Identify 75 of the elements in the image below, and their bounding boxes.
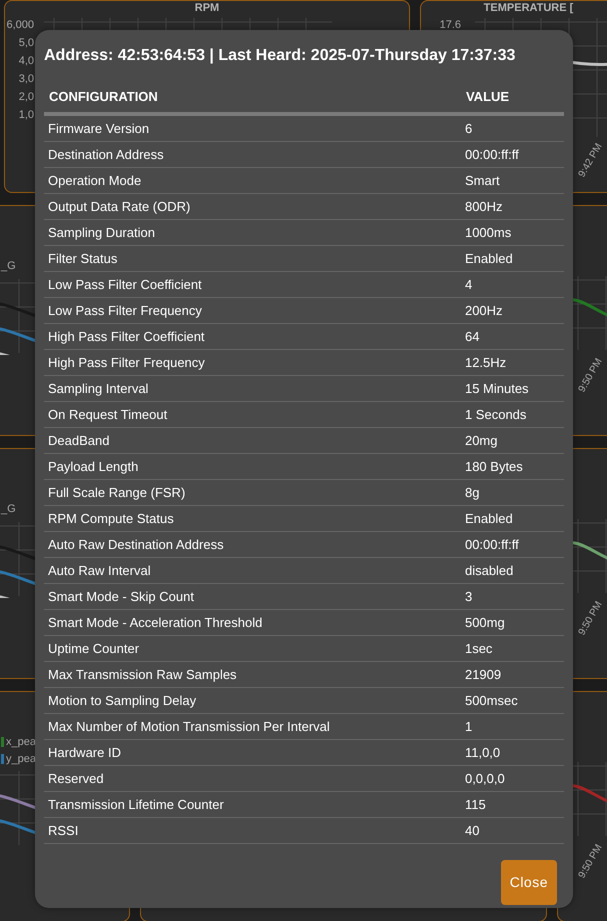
table-cell: Smart: [460, 167, 564, 193]
table-cell: 0,0,0,0: [460, 765, 564, 791]
table-cell: 00:00:ff:ff: [460, 141, 564, 167]
table-cell: 200Hz: [460, 297, 564, 323]
table-cell: RSSI: [44, 817, 461, 843]
legend-label: _G: [1, 502, 16, 517]
table-cell: 15 Minutes: [460, 375, 564, 401]
table-cell: Low Pass Filter Coefficient: [44, 271, 461, 297]
table-cell: 500mg: [460, 609, 564, 635]
table-cell: 20mg: [460, 427, 564, 453]
axis-label: 17.6: [438, 20, 461, 31]
table-cell: 8g: [460, 479, 564, 505]
column-header: CONFIGURATION: [44, 82, 461, 114]
table-cell: 21909: [460, 661, 564, 687]
legend-swatch: [1, 737, 4, 748]
table-cell: Smart Mode - Skip Count: [44, 583, 461, 609]
table-cell: 1: [460, 713, 564, 739]
dialog-title: Address: 42:53:64:53 | Last Heard: 2025-07-Thursday 17:37:33: [44, 46, 516, 66]
table-cell: High Pass Filter Frequency: [44, 349, 461, 375]
table-cell: Firmware Version: [44, 114, 461, 141]
table-cell: Operation Mode: [44, 167, 461, 193]
table-cell: 12.5Hz: [460, 349, 564, 375]
axis-label: 4,0: [18, 56, 34, 67]
table-cell: 6: [460, 114, 564, 141]
axis-label: 3,0: [18, 74, 34, 85]
table-cell: Max Transmission Raw Samples: [44, 661, 461, 687]
axis-label: 5,0: [18, 38, 34, 49]
close-button[interactable]: Close: [500, 860, 557, 904]
table-cell: DeadBand: [44, 427, 461, 453]
table-cell: Uptime Counter: [44, 635, 461, 661]
axis-label: 6,000: [5, 20, 34, 31]
table-cell: Enabled: [460, 505, 564, 531]
table-cell: Destination Address: [44, 141, 461, 167]
table-cell: 11,0,0: [460, 739, 564, 765]
table-cell: Full Scale Range (FSR): [44, 479, 461, 505]
table-cell: 64: [460, 323, 564, 349]
table-cell: Max Number of Motion Transmission Per Interval: [44, 713, 461, 739]
table-cell: Output Data Rate (ODR): [44, 193, 461, 219]
chart-title: RPM: [194, 1, 220, 14]
table-cell: Enabled: [460, 245, 564, 271]
axis-label: 1,0: [18, 110, 34, 121]
table-cell: Low Pass Filter Frequency: [44, 297, 461, 323]
legend-label: _G: [1, 259, 16, 274]
table-cell: Filter Status: [44, 245, 461, 271]
table-cell: Reserved: [44, 765, 461, 791]
table-cell: Transmission Lifetime Counter: [44, 791, 461, 817]
table-cell: 40: [460, 817, 564, 843]
table-cell: 3: [460, 583, 564, 609]
table-cell: Hardware ID: [44, 739, 461, 765]
table-cell: 4: [460, 271, 564, 297]
table-cell: 1sec: [460, 635, 564, 661]
table-cell: Auto Raw Interval: [44, 557, 461, 583]
table-cell: On Request Timeout: [44, 401, 461, 427]
table-cell: Motion to Sampling Delay: [44, 687, 461, 713]
legend-label: x_pea: [6, 735, 36, 750]
table-cell: 1000ms: [460, 219, 564, 245]
chart-title: TEMPERATURE [: [482, 1, 574, 14]
table-cell: RPM Compute Status: [44, 505, 461, 531]
table-cell: Payload Length: [44, 453, 461, 479]
table-cell: disabled: [460, 557, 564, 583]
legend-label: y_pea: [6, 752, 36, 766]
legend-swatch: [1, 754, 4, 764]
column-header: VALUE: [460, 82, 564, 114]
table-cell: 00:00:ff:ff: [460, 531, 564, 557]
table-cell: 800Hz: [460, 193, 564, 219]
table-cell: Sampling Duration: [44, 219, 461, 245]
table-cell: Smart Mode - Acceleration Threshold: [44, 609, 461, 635]
table-cell: 115: [460, 791, 564, 817]
axis-label: 2,0: [18, 92, 34, 103]
table-cell: High Pass Filter Coefficient: [44, 323, 461, 349]
table-cell: Auto Raw Destination Address: [44, 531, 461, 557]
table-cell: 1 Seconds: [460, 401, 564, 427]
table-cell: 180 Bytes: [460, 453, 564, 479]
table-cell: Sampling Interval: [44, 375, 461, 401]
table-cell: 500msec: [460, 687, 564, 713]
